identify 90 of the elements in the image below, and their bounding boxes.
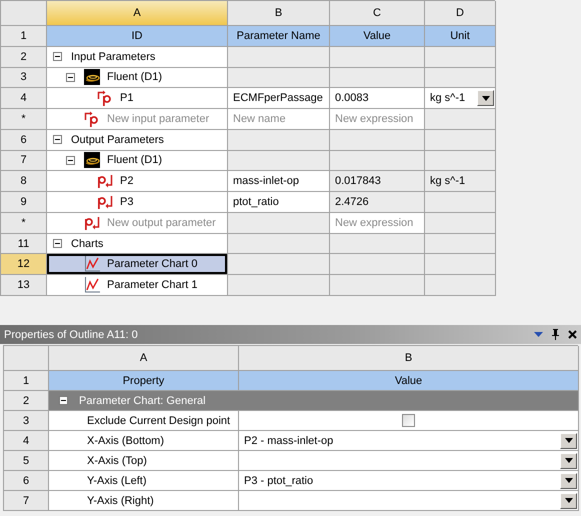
tree-item[interactable]: Output Parameters — [47, 130, 228, 151]
column-header[interactable]: B — [228, 1, 330, 26]
column-title: Value — [330, 26, 425, 47]
row-number: 2 — [1, 46, 47, 68]
group-header[interactable]: Parameter Chart: General — [49, 391, 579, 411]
column-header[interactable]: C — [330, 1, 425, 26]
collapse-icon[interactable] — [53, 52, 62, 62]
unit-dropdown[interactable]: kg s^-1 — [425, 88, 496, 110]
column-header[interactable]: B — [239, 346, 579, 371]
row-number: 3 — [1, 68, 47, 88]
collapse-icon[interactable] — [59, 396, 68, 405]
row-number: * — [1, 109, 47, 130]
line-chart-icon — [84, 256, 100, 272]
row-number: * — [1, 212, 47, 234]
row-number: 6 — [1, 130, 47, 151]
dropdown-button[interactable] — [560, 432, 577, 448]
column-title: ID — [47, 26, 228, 47]
column-title: Parameter Name — [228, 26, 330, 47]
tree-item[interactable]: Input Parameters — [47, 46, 228, 68]
property-label: Y-Axis (Right) — [49, 491, 239, 511]
caret-icon — [564, 438, 572, 443]
column-title: Value — [239, 371, 579, 391]
collapse-icon[interactable] — [66, 72, 75, 82]
caret-icon — [482, 96, 490, 101]
input-parameter-icon — [97, 90, 113, 106]
row-number: 7 — [4, 491, 49, 511]
output-parameter-icon — [97, 173, 113, 190]
dropdown-field[interactable] — [239, 491, 579, 511]
table-cell: 2.4726 — [330, 192, 425, 213]
dropdown-button[interactable] — [560, 492, 577, 508]
row-number: 3 — [4, 411, 49, 431]
row-number: 13 — [1, 275, 47, 296]
fluent-icon — [84, 69, 100, 86]
row-number: 7 — [1, 150, 47, 172]
tree-item[interactable]: Parameter Chart 0 — [47, 254, 228, 276]
tree-item[interactable]: P3 — [47, 192, 228, 213]
caret-icon — [564, 458, 572, 463]
row-number: 1 — [1, 26, 47, 47]
row-number: 5 — [4, 451, 49, 471]
fluent-icon — [84, 152, 100, 168]
dropdown-button[interactable] — [477, 90, 494, 106]
dropdown-field[interactable]: P3 - ptot_ratio — [239, 471, 579, 491]
row-number: 4 — [4, 431, 49, 451]
tree-item[interactable]: Fluent (D1) — [47, 150, 228, 172]
output-parameter-icon — [84, 214, 100, 231]
property-label: Y-Axis (Left) — [49, 471, 239, 491]
property-label: X-Axis (Top) — [49, 451, 239, 471]
row-number: 8 — [1, 171, 47, 192]
column-header[interactable]: D — [425, 1, 496, 26]
dropdown-field[interactable] — [239, 451, 579, 471]
caret-icon — [564, 478, 572, 483]
property-label: Exclude Current Design point — [49, 411, 239, 431]
property-label: X-Axis (Bottom) — [49, 431, 239, 451]
table-cell: ptot_ratio — [228, 192, 330, 213]
line-chart-icon — [84, 277, 100, 294]
dropdown-button[interactable] — [560, 452, 577, 468]
output-parameter-icon — [97, 194, 113, 210]
table-cell: 0.017843 — [330, 171, 425, 192]
row-number: 2 — [4, 391, 49, 411]
panel-title: Properties of Outline A11: 0 — [4, 328, 139, 340]
tree-item[interactable]: P2 — [47, 171, 228, 192]
input-parameter-icon — [84, 110, 100, 127]
close-icon[interactable] — [568, 330, 577, 339]
tree-item[interactable]: Fluent (D1) — [47, 68, 228, 88]
column-title: Property — [49, 371, 239, 391]
row-number: 11 — [1, 234, 47, 254]
column-title: Unit — [425, 26, 496, 47]
tree-item[interactable]: Parameter Chart 1 — [47, 275, 228, 296]
collapse-icon[interactable] — [53, 239, 62, 248]
row-number: 1 — [4, 371, 49, 391]
table-cell: ECMFperPassage — [228, 88, 330, 110]
dropdown-icon[interactable] — [534, 332, 543, 337]
row-number: 9 — [1, 192, 47, 213]
row-number: 12 — [1, 254, 47, 276]
tree-item[interactable]: P1 — [47, 88, 228, 110]
table-cell: kg s^-1 — [425, 171, 496, 192]
caret-icon — [564, 498, 572, 503]
dropdown-button[interactable] — [560, 472, 577, 488]
row-number: 6 — [4, 471, 49, 491]
column-header[interactable]: A — [47, 1, 228, 26]
collapse-icon[interactable] — [53, 135, 62, 144]
table-cell: 0.0083 — [330, 88, 425, 110]
checkbox[interactable] — [402, 414, 415, 427]
tree-item[interactable]: Charts — [47, 234, 228, 254]
column-header[interactable]: A — [49, 346, 239, 371]
collapse-icon[interactable] — [66, 156, 75, 165]
table-cell: mass-inlet-op — [228, 171, 330, 192]
dropdown-field[interactable]: P2 - mass-inlet-op — [239, 431, 579, 451]
row-number: 4 — [1, 88, 47, 110]
pin-icon[interactable] — [551, 329, 560, 340]
